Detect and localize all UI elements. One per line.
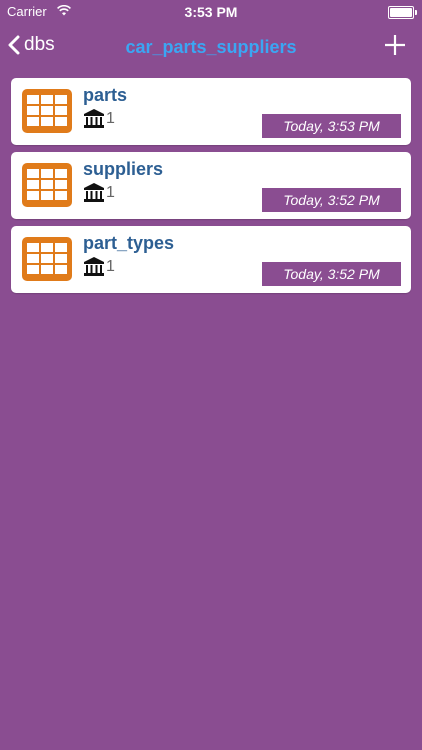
table-name: suppliers (83, 159, 164, 179)
status-time: 3:53 PM (184, 4, 238, 20)
table-row-parts[interactable]: parts 1 Today, 3:53 PM (11, 78, 411, 145)
count-value: 1 (106, 258, 115, 275)
navigation-bar: dbs car_parts_suppliers (0, 22, 422, 72)
plus-icon[interactable] (384, 34, 406, 56)
timestamp-badge: Today, 3:52 PM (262, 188, 401, 212)
table-grid-icon (22, 163, 72, 207)
page-title: car_parts_suppliers (125, 37, 297, 57)
bank-columns-icon (84, 109, 104, 128)
status-bar: Carrier 3:53 PM (0, 0, 422, 22)
timestamp-badge: Today, 3:53 PM (262, 114, 401, 138)
timestamp-badge: Today, 3:52 PM (262, 262, 401, 286)
row-count: 1 (83, 257, 115, 277)
count-value: 1 (106, 110, 115, 127)
table-grid-icon (22, 237, 72, 281)
row-count: 1 (83, 109, 115, 129)
row-count: 1 (83, 183, 115, 203)
table-row-part-types[interactable]: part_types 1 Today, 3:52 PM (11, 226, 411, 293)
count-value: 1 (106, 184, 115, 201)
table-list: parts 1 Today, 3:53 PM suppliers 1 Today… (11, 78, 411, 300)
table-grid-icon (22, 89, 72, 133)
bank-columns-icon (84, 257, 104, 276)
table-row-suppliers[interactable]: suppliers 1 Today, 3:52 PM (11, 152, 411, 219)
table-name: parts (83, 85, 128, 105)
bank-columns-icon (84, 183, 104, 202)
table-name: part_types (83, 233, 175, 253)
battery-icon (388, 6, 417, 19)
